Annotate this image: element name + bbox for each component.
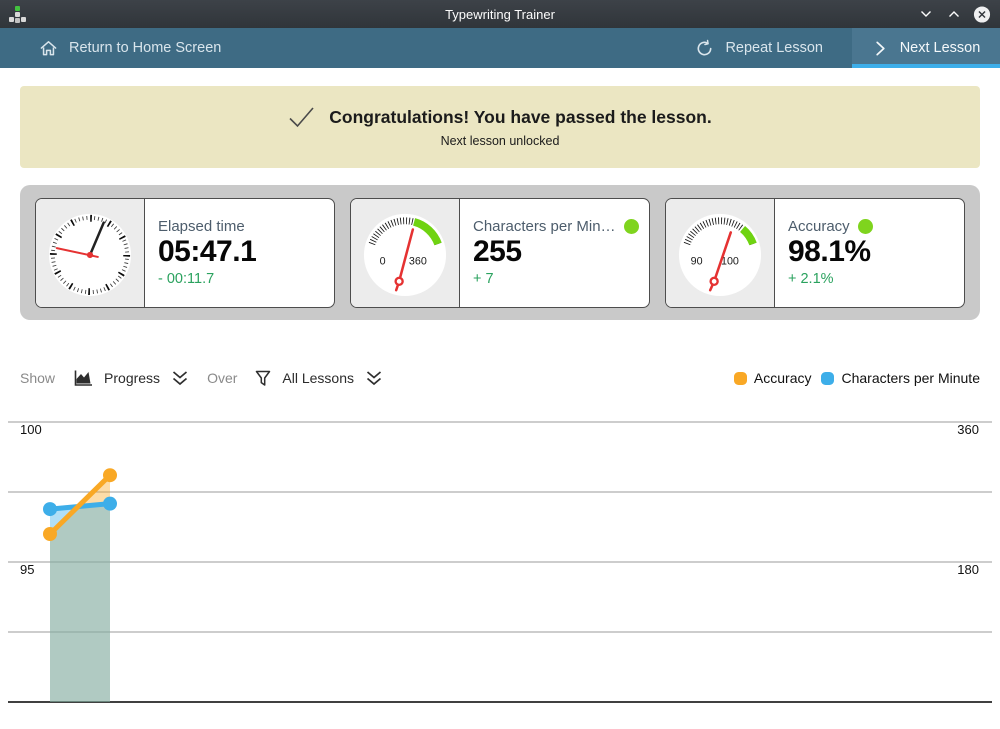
stat-label: Accuracy bbox=[788, 218, 850, 235]
stats-panel: Elapsed time 05:47.1 - 00:11.7 0 360 Cha… bbox=[20, 185, 980, 320]
close-icon bbox=[973, 5, 991, 24]
stat-delta: - 00:11.7 bbox=[158, 271, 256, 287]
legend-item-cpm: Characters per Minute bbox=[821, 370, 980, 386]
svg-text:90: 90 bbox=[691, 255, 703, 267]
stat-value: 05:47.1 bbox=[158, 235, 256, 270]
stat-label: Characters per Min… bbox=[473, 218, 616, 235]
stat-value: 98.1% bbox=[788, 235, 873, 270]
window-title: Typewriting Trainer bbox=[0, 7, 1000, 22]
repeat-lesson-label: Repeat Lesson bbox=[725, 40, 823, 56]
accuracy-gauge-icon: 90 100 bbox=[676, 209, 764, 297]
clock-icon bbox=[46, 209, 134, 297]
right-axis-tick-360: 360 bbox=[957, 422, 979, 437]
progress-chart: 100 360 95 180 bbox=[0, 392, 1000, 729]
return-home-label: Return to Home Screen bbox=[69, 40, 221, 56]
double-chevron-down-icon bbox=[171, 370, 189, 387]
elapsed-time-card: Elapsed time 05:47.1 - 00:11.7 bbox=[35, 198, 335, 308]
left-axis-tick-100: 100 bbox=[20, 422, 42, 437]
titlebar: Typewriting Trainer bbox=[0, 0, 1000, 28]
chevron-up-icon bbox=[946, 6, 962, 22]
speed-gauge-icon: 0 360 bbox=[361, 209, 449, 297]
minimize-button[interactable] bbox=[917, 5, 935, 23]
right-axis-tick-180: 180 bbox=[957, 562, 979, 577]
svg-text:0: 0 bbox=[380, 255, 386, 267]
improvement-dot bbox=[858, 219, 873, 234]
svg-text:100: 100 bbox=[721, 255, 739, 267]
chart-toolbar: Show Progress Over All Lessons Accuracy … bbox=[20, 364, 980, 392]
accuracy-swatch bbox=[734, 372, 747, 385]
checkmark-icon bbox=[288, 106, 315, 129]
accuracy-card: 90 100 Accuracy 98.1% + 2.1% bbox=[665, 198, 965, 308]
home-icon bbox=[39, 39, 58, 58]
cpm-card: 0 360 Characters per Min… 255 + 7 bbox=[350, 198, 650, 308]
stat-delta: + 2.1% bbox=[788, 271, 873, 287]
double-chevron-down-icon bbox=[365, 370, 383, 387]
chart-legend: Accuracy Characters per Minute bbox=[734, 370, 980, 386]
banner-title: Congratulations! You have passed the les… bbox=[329, 107, 712, 128]
app-icon bbox=[7, 4, 27, 24]
maximize-button[interactable] bbox=[945, 5, 963, 23]
stat-value: 255 bbox=[473, 235, 639, 270]
filter-icon bbox=[255, 370, 271, 387]
lesson-filter-value: All Lessons bbox=[282, 370, 354, 386]
chevron-down-icon bbox=[918, 6, 934, 22]
repeat-lesson-button[interactable]: Repeat Lesson bbox=[666, 28, 852, 68]
return-home-button[interactable]: Return to Home Screen bbox=[0, 28, 243, 68]
passed-lesson-banner: Congratulations! You have passed the les… bbox=[20, 86, 980, 168]
next-lesson-button[interactable]: Next Lesson bbox=[852, 28, 1000, 68]
area-chart-icon bbox=[73, 370, 93, 387]
close-button[interactable] bbox=[973, 5, 991, 23]
left-axis-tick-95: 95 bbox=[20, 562, 34, 577]
cpm-swatch bbox=[821, 372, 834, 385]
svg-text:360: 360 bbox=[409, 255, 427, 267]
show-dropdown[interactable]: Progress bbox=[73, 370, 189, 387]
stat-label: Elapsed time bbox=[158, 218, 245, 235]
show-value: Progress bbox=[104, 370, 160, 386]
stat-delta: + 7 bbox=[473, 271, 639, 287]
banner-subtitle: Next lesson unlocked bbox=[441, 134, 560, 148]
next-lesson-label: Next Lesson bbox=[900, 40, 981, 56]
refresh-icon bbox=[695, 39, 714, 58]
lesson-filter-dropdown[interactable]: All Lessons bbox=[255, 370, 383, 387]
over-label: Over bbox=[207, 370, 237, 386]
chevron-right-icon bbox=[872, 40, 889, 57]
progress-chart-canvas bbox=[0, 392, 1000, 708]
navbar: Return to Home Screen Repeat Lesson Next… bbox=[0, 28, 1000, 68]
active-tab-underline bbox=[852, 64, 1000, 68]
show-label: Show bbox=[20, 370, 55, 386]
legend-item-accuracy: Accuracy bbox=[734, 370, 812, 386]
improvement-dot bbox=[624, 219, 639, 234]
